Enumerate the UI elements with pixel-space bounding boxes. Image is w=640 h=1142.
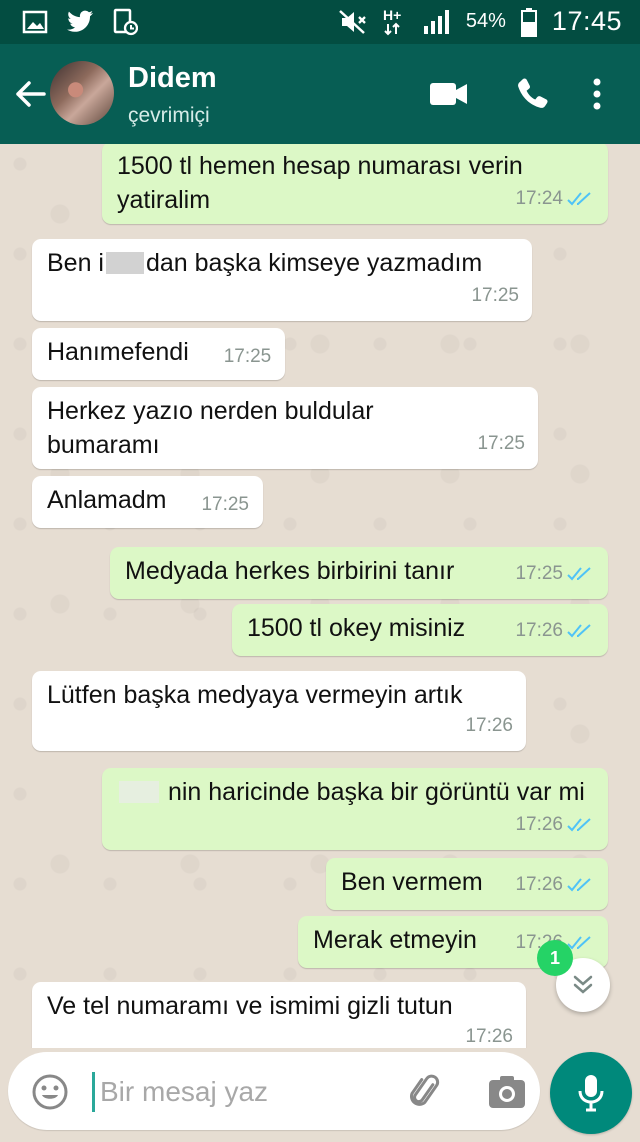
message-meta: 17:25 (471, 279, 519, 313)
attach-button[interactable] (406, 1072, 446, 1112)
message-meta: 17:26 (515, 868, 595, 902)
message-outgoing[interactable]: nin haricinde başka bir görüntü var mi 1… (102, 768, 608, 850)
avatar[interactable] (50, 61, 114, 125)
status-bar: H+ 54% 17:45 (0, 0, 640, 44)
message-incoming[interactable]: Ben i dan başka kimseye yazmadım 17:25 (32, 239, 532, 321)
status-bar-left (22, 8, 138, 36)
contact-name[interactable]: Didem (128, 62, 217, 95)
message-text: Hanımefendi (47, 338, 189, 366)
message-outgoing[interactable]: Medyada herkes birbirini tanır 17:25 (110, 547, 608, 599)
message-input[interactable] (100, 1070, 390, 1114)
message-outgoing[interactable]: 1500 tl hemen hesap numarası verin yatir… (102, 144, 608, 224)
read-ticks-icon (567, 817, 595, 833)
video-call-button[interactable] (428, 74, 470, 114)
contact-status: çevrimiçi (128, 104, 210, 127)
back-arrow-icon (16, 81, 46, 107)
battery-percent: 54% (465, 10, 506, 32)
message-incoming[interactable]: Lütfen başka medyaya vermeyin artık 17:2… (32, 671, 526, 751)
message-input-container (8, 1052, 540, 1130)
message-text: Ben vermem (341, 868, 483, 896)
unread-count-badge: 1 (537, 940, 573, 976)
read-ticks-icon (567, 935, 595, 951)
mute-icon (338, 9, 368, 35)
message-meta: 17:26 (465, 1020, 513, 1048)
message-time: 17:26 (465, 715, 513, 736)
emoji-button[interactable] (30, 1072, 70, 1112)
message-text: Lütfen başka medyaya vermeyin artık (47, 681, 463, 709)
more-options-button[interactable] (582, 74, 612, 114)
message-text: Merak etmeyin (313, 926, 477, 954)
network-type-label: H+ (383, 7, 401, 23)
message-time: 17:24 (515, 188, 563, 209)
status-bar-right: H+ 54% 17:45 (338, 6, 622, 37)
message-incoming[interactable]: Ve tel numaramı ve ismimi gizli tutun 17… (32, 982, 526, 1048)
message-list[interactable]: 1500 tl hemen hesap numarası verin yatir… (0, 144, 640, 1048)
composer-bar (0, 1048, 640, 1142)
message-text-start: Ben i (47, 249, 104, 277)
read-ticks-icon (567, 623, 595, 639)
call-log-icon (112, 8, 138, 36)
video-call-icon (430, 83, 467, 105)
status-clock: 17:45 (551, 6, 622, 36)
double-chevron-down-icon (573, 975, 593, 994)
message-incoming[interactable]: Anlamadm 17:25 (32, 476, 263, 528)
message-meta: 17:24 (515, 182, 595, 216)
phone-icon (518, 78, 548, 108)
message-meta: 17:25 (224, 340, 272, 374)
message-text-end: dan başka kimseye yazmadım (145, 249, 483, 277)
back-button[interactable] (10, 74, 50, 114)
camera-button[interactable] (486, 1072, 528, 1112)
message-meta: 17:25 (515, 557, 595, 591)
redacted-text (119, 781, 159, 803)
voice-call-button[interactable] (512, 74, 554, 114)
twitter-icon (66, 10, 94, 34)
more-vert-icon (593, 78, 601, 110)
redacted-text (105, 252, 144, 274)
message-incoming[interactable]: Hanımefendi 17:25 (32, 328, 286, 380)
message-outgoing[interactable]: 1500 tl okey misiniz 17:26 (232, 604, 608, 656)
chat-header: Didem çevrimiçi (0, 44, 640, 144)
message-meta: 17:25 (477, 427, 525, 461)
message-text: Herkez yazıo nerden buldular bumaramı (47, 397, 374, 459)
message-text: Anlamadm (47, 486, 167, 514)
message-outgoing[interactable]: Ben vermem 17:26 (326, 858, 608, 910)
text-cursor (92, 1072, 95, 1112)
message-time: 17:25 (201, 494, 249, 515)
message-meta: 17:25 (201, 488, 249, 522)
message-text: nin haricinde başka bir görüntü var mi (167, 778, 585, 806)
message-time: 17:26 (515, 620, 563, 641)
attach-icon (410, 1074, 440, 1106)
message-meta: 17:26 (515, 808, 595, 842)
message-time: 17:25 (477, 433, 525, 454)
mic-icon (578, 1075, 604, 1112)
read-ticks-icon (567, 191, 595, 207)
message-text: 1500 tl okey misiniz (247, 614, 466, 642)
message-text: Medyada herkes birbirini tanır (125, 557, 455, 585)
battery-icon (520, 7, 538, 37)
message-time: 17:25 (471, 285, 519, 306)
signal-icon (422, 8, 452, 36)
read-ticks-icon (567, 877, 595, 893)
message-incoming[interactable]: Herkez yazıo nerden buldular bumaramı 17… (32, 387, 538, 469)
message-meta: 17:26 (465, 709, 513, 743)
message-text: 1500 tl hemen hesap numarası verin yatir… (117, 152, 523, 214)
message-time: 17:26 (515, 874, 563, 895)
emoji-icon (32, 1074, 68, 1110)
message-text: Ve tel numaramı ve ismimi gizli tutun (47, 992, 453, 1020)
gallery-icon (22, 9, 48, 35)
message-time: 17:25 (515, 563, 563, 584)
network-icon: H+ (382, 7, 408, 37)
message-time: 17:25 (223, 346, 272, 367)
camera-icon (489, 1076, 525, 1108)
message-time: 17:26 (465, 1026, 513, 1047)
message-time: 17:26 (515, 814, 563, 835)
read-ticks-icon (567, 566, 595, 582)
voice-message-button[interactable] (550, 1052, 632, 1134)
message-meta: 17:26 (515, 614, 595, 648)
